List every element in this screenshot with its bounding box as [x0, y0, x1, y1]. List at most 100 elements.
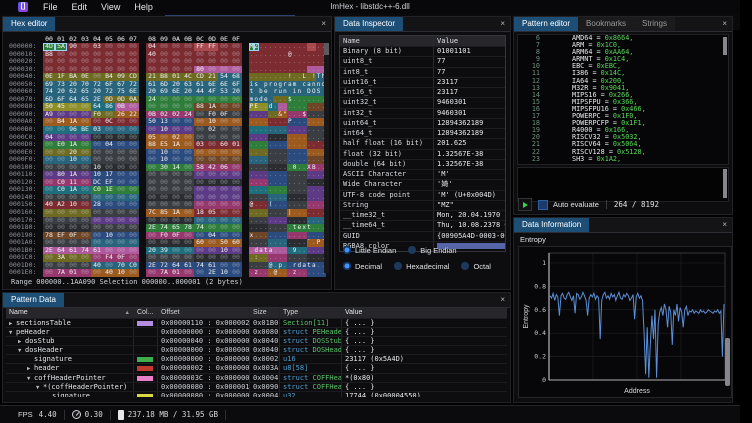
hex-byte[interactable]: 10 [218, 269, 230, 277]
chevron-right-icon[interactable]: ▶ [18, 338, 25, 345]
auto-evaluate-checkbox[interactable] [538, 200, 548, 210]
pattern-data-row[interactable]: ▼peHeader0x00000000 : 0x0000007F0x0080st… [6, 327, 507, 336]
pattern-data-col-value[interactable]: Value [341, 308, 507, 318]
pattern-name-cell: ▶sectionsTable [6, 319, 133, 327]
chevron-down-icon[interactable]: ▼ [18, 347, 25, 354]
pattern-data-row[interactable]: ▶sectionsTable0x00000110 : 0x000002C00x0… [6, 318, 507, 327]
pattern-data-row[interactable]: signature0x00000080 : 0x000000830x0004u3… [6, 391, 507, 397]
close-icon[interactable]: × [496, 17, 510, 31]
code-scrollbar[interactable] [723, 37, 727, 55]
data-information-scrollbar[interactable] [725, 338, 730, 386]
radio-little-endian[interactable]: Little Endian [343, 246, 396, 255]
tab-pattern-editor[interactable]: Pattern editor [514, 17, 578, 31]
chevron-down-icon[interactable]: ▼ [9, 329, 16, 336]
hex-byte[interactable]: 7A [55, 269, 67, 277]
inspector-table-header: Name Value [340, 36, 505, 46]
pattern-data-row[interactable]: ▼coffHeaderPointer0x0000003C : 0x0000003… [6, 373, 507, 382]
entropy-plot[interactable]: 00.20.40.60.81EntropyAddress [519, 247, 731, 397]
close-icon[interactable]: × [496, 293, 510, 307]
close-icon[interactable]: × [317, 17, 331, 31]
pattern-data-col-offset[interactable]: Offset [157, 308, 249, 318]
type-name: PEHeader [313, 328, 341, 336]
inspector-row[interactable]: int32_t9460301 [340, 108, 505, 118]
inspector-row[interactable]: uint32_t9460301 [340, 97, 505, 107]
inspector-row[interactable]: double (64 bit)1.32567E-38 [340, 159, 505, 169]
pattern-data-row[interactable]: signature0x00000000 : 0x000000010x0002u1… [6, 354, 507, 363]
inspector-row[interactable]: half float (16 bit)201.625 [340, 138, 505, 148]
radio-decimal[interactable]: Decimal [343, 262, 382, 271]
inspector-row[interactable]: GUID{00905A4D-0003-0000-04 [340, 231, 505, 241]
hex-ascii-column: ................ [249, 194, 326, 202]
tab-hex-editor[interactable]: Hex editor [3, 17, 55, 31]
hex-byte[interactable]: 00 [194, 269, 206, 277]
inspector-row[interactable]: float (32 bit)1.32567E-38 [340, 149, 505, 159]
pattern-data-row[interactable]: ▼dosHeader0x00000000 : 0x0000003F0x0040s… [6, 345, 507, 354]
pattern-data-col-type[interactable]: Type [279, 308, 341, 318]
hex-byte[interactable]: 10 [115, 269, 127, 277]
run-pattern-button[interactable] [518, 198, 532, 211]
chevron-right-icon[interactable]: ▶ [9, 320, 16, 327]
hex-scrollbar[interactable] [324, 43, 329, 273]
inspector-row[interactable]: uint64_t12894362189 [340, 118, 505, 128]
menu-item-edit[interactable]: Edit [65, 2, 95, 12]
inspector-row-name: UTF-8 code point [340, 191, 433, 200]
chevron-down-icon[interactable]: ▼ [36, 384, 43, 391]
chevron-down-icon[interactable]: ▼ [27, 375, 34, 382]
hex-byte[interactable]: 00 [43, 269, 55, 277]
inspector-row[interactable]: ASCII Character'M' [340, 169, 505, 179]
pattern-value-cell: 17744 (0x00004550) [341, 392, 507, 397]
pattern-name-cell: ▼dosHeader [6, 346, 133, 354]
hex-byte[interactable]: 01 [170, 269, 182, 277]
hex-byte[interactable]: 00 [182, 269, 194, 277]
close-icon[interactable]: × [718, 17, 732, 31]
inspector-row[interactable]: int16_t23117 [340, 87, 505, 97]
hex-byte[interactable]: 00 [91, 269, 103, 277]
radio-icon [343, 262, 351, 270]
inspector-row[interactable]: int64_t12894362189 [340, 128, 505, 138]
menu-item-view[interactable]: View [94, 2, 127, 12]
radio-octal[interactable]: Octal [461, 262, 491, 271]
entropy-chart[interactable]: 00.20.40.60.81EntropyAddress [518, 246, 732, 398]
tab-strings[interactable]: Strings [634, 17, 675, 31]
hex-byte[interactable]: 00 [79, 269, 91, 277]
hex-byte[interactable]: 00 [146, 269, 158, 277]
inspector-row[interactable]: __time64_tThu, 10.08.2378 09:16 [340, 220, 505, 230]
tab-bookmarks[interactable]: Bookmarks [578, 17, 634, 31]
inspector-row[interactable]: uint8_t77 [340, 56, 505, 66]
inspector-row[interactable]: int8_t77 [340, 67, 505, 77]
hex-byte[interactable]: 7A [158, 269, 170, 277]
radio-hexadecimal[interactable]: Hexadecimal [394, 262, 449, 271]
pattern-data-row[interactable]: ▼*(coffHeaderPointer)0x00000080 : 0x0000… [6, 382, 507, 391]
radio-big-endian[interactable]: Big Endian [408, 246, 456, 255]
tab-data-inspector[interactable]: Data Inspector [335, 17, 403, 31]
hex-byte[interactable]: 00 [127, 269, 139, 277]
pattern-data-col-size[interactable]: Size [249, 308, 279, 318]
pattern-data-col-col[interactable]: Col... [133, 308, 157, 318]
pattern-code-editor[interactable]: 6AMD64 = 0x8664,7ARM = 0x1C0,8ARM64 = 0x… [517, 34, 729, 165]
inspector-row-name: GUID [340, 232, 433, 241]
chevron-right-icon[interactable]: ▶ [27, 365, 34, 372]
console-scrollbar[interactable] [723, 169, 727, 198]
hex-byte[interactable]: 2E [206, 269, 218, 277]
inspector-row[interactable]: UTF-8 code point'M' (U+0x004D) [340, 190, 505, 200]
menu-item-file[interactable]: File [36, 2, 65, 12]
inspector-row[interactable]: Wide Character'婍' [340, 179, 505, 189]
pattern-data-row[interactable]: ▶header0x00000002 : 0x0000003B0x003Au8[5… [6, 363, 507, 372]
pattern-type-cell: struct PEHeader [279, 328, 341, 336]
inspector-row[interactable]: String"MZ" [340, 200, 505, 210]
tab-pattern-data[interactable]: Pattern Data [3, 293, 64, 307]
pattern-data-col-name[interactable]: Name▲ [6, 308, 133, 318]
inspector-row-name: Binary (8 bit) [340, 47, 433, 56]
tab-data-information[interactable]: Data Information [514, 218, 589, 232]
hex-byte[interactable]: 00 [230, 269, 242, 277]
hex-byte[interactable]: 40 [103, 269, 115, 277]
pattern-data-row[interactable]: ▶dosStub0x00000040 : 0x0000007F0x0040str… [6, 336, 507, 345]
hex-byte[interactable]: 01 [67, 269, 79, 277]
pattern-console[interactable] [517, 167, 729, 202]
inspector-row[interactable]: uint16_t23117 [340, 77, 505, 87]
menu-item-help[interactable]: Help [127, 2, 160, 12]
close-icon[interactable]: × [718, 218, 732, 232]
inspector-row[interactable]: __time32_tMon, 20.04.1970 13:51 [340, 210, 505, 220]
inspector-row[interactable]: Binary (8 bit)01001101 [340, 46, 505, 56]
type-name: COFFHeader * [313, 374, 341, 382]
